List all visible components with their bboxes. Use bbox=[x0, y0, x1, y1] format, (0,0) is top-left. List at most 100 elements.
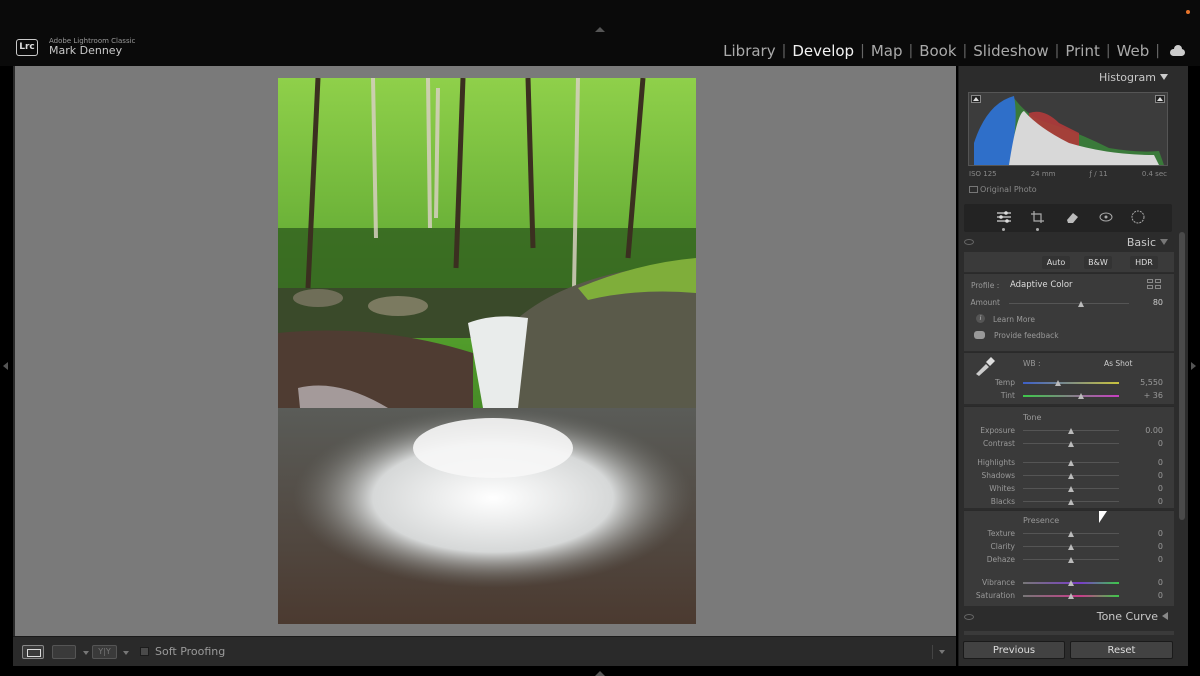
highlight-clipping-icon[interactable] bbox=[1155, 95, 1165, 103]
reset-button[interactable]: Reset bbox=[1070, 641, 1173, 659]
learn-more-link[interactable]: Learn More bbox=[993, 315, 1035, 324]
texture-value[interactable]: 0 bbox=[1131, 529, 1163, 538]
crop-icon[interactable] bbox=[1030, 210, 1046, 224]
vibrance-value[interactable]: 0 bbox=[1131, 578, 1163, 587]
tint-slider[interactable] bbox=[1023, 395, 1119, 397]
temp-slider[interactable] bbox=[1023, 382, 1119, 384]
module-book[interactable]: Book bbox=[913, 42, 962, 60]
basic-panel-header[interactable]: Basic bbox=[959, 236, 1174, 250]
amount-value[interactable]: 80 bbox=[1131, 298, 1163, 307]
tint-value[interactable]: + 36 bbox=[1131, 391, 1163, 400]
presence-title: Presence bbox=[1023, 516, 1060, 525]
collapse-left-arrow-icon[interactable] bbox=[3, 362, 8, 370]
histogram-chart[interactable] bbox=[968, 92, 1168, 166]
top-bar: Lrc Adobe Lightroom Classic Mark Denney … bbox=[0, 0, 1200, 66]
saturation-thumb[interactable] bbox=[1068, 593, 1074, 599]
module-slideshow[interactable]: Slideshow bbox=[967, 42, 1054, 60]
collapse-top-arrow-icon[interactable] bbox=[595, 27, 605, 32]
loupe-view[interactable] bbox=[13, 66, 956, 636]
amount-thumb[interactable] bbox=[1078, 301, 1084, 307]
soft-proofing-checkbox[interactable] bbox=[140, 647, 149, 656]
notification-dot bbox=[1186, 10, 1190, 14]
histogram-header[interactable]: Histogram bbox=[959, 66, 1174, 88]
shadows-value[interactable]: 0 bbox=[1131, 471, 1163, 480]
whites-thumb[interactable] bbox=[1068, 486, 1074, 492]
temp-value[interactable]: 5,550 bbox=[1131, 378, 1163, 387]
shadows-thumb[interactable] bbox=[1068, 473, 1074, 479]
exif-shutter: 0.4 sec bbox=[1141, 170, 1167, 178]
profile-dropdown[interactable]: Adaptive Color bbox=[1010, 280, 1073, 290]
exif-aperture: ƒ / 11 bbox=[1089, 170, 1108, 178]
wb-label: WB : bbox=[1023, 359, 1041, 368]
collapse-right-arrow-icon[interactable] bbox=[1191, 362, 1196, 370]
clarity-label: Clarity bbox=[990, 542, 1015, 551]
exposure-thumb[interactable] bbox=[1068, 428, 1074, 434]
mouse-cursor-icon bbox=[1099, 511, 1107, 523]
profile-browser-grid-icon[interactable] bbox=[1147, 279, 1163, 291]
module-map[interactable]: Map bbox=[865, 42, 909, 60]
original-photo-toggle[interactable]: Original Photo bbox=[969, 185, 1037, 194]
hdr-button[interactable]: HDR bbox=[1130, 256, 1158, 269]
clarity-value[interactable]: 0 bbox=[1131, 542, 1163, 551]
saturation-value[interactable]: 0 bbox=[1131, 591, 1163, 600]
red-eye-icon[interactable] bbox=[1098, 210, 1114, 224]
contrast-thumb[interactable] bbox=[1068, 441, 1074, 447]
tone-curve-header[interactable]: Tone Curve bbox=[959, 610, 1174, 626]
contrast-value[interactable]: 0 bbox=[1131, 439, 1163, 448]
exif-info: ISO 125 24 mm ƒ / 11 0.4 sec bbox=[969, 170, 1167, 178]
whites-value[interactable]: 0 bbox=[1131, 484, 1163, 493]
before-after-dropdown-icon[interactable] bbox=[83, 651, 89, 655]
module-print[interactable]: Print bbox=[1059, 42, 1106, 60]
blacks-label: Blacks bbox=[990, 497, 1015, 506]
before-after-swap-button[interactable]: Y|Y bbox=[92, 645, 117, 659]
before-after-button[interactable] bbox=[52, 645, 76, 659]
provide-feedback-link[interactable]: Provide feedback bbox=[994, 331, 1059, 340]
toolbar-options-dropdown[interactable] bbox=[932, 645, 948, 659]
loupe-view-button[interactable] bbox=[22, 645, 44, 659]
info-icon: i bbox=[976, 314, 985, 323]
wb-dropdown[interactable]: As Shot bbox=[1104, 359, 1132, 368]
blacks-value[interactable]: 0 bbox=[1131, 497, 1163, 506]
tint-thumb[interactable] bbox=[1077, 393, 1084, 399]
collapse-bottom-arrow-icon[interactable] bbox=[595, 671, 605, 676]
right-panel-scrollbar[interactable] bbox=[1179, 232, 1185, 520]
edit-sliders-icon[interactable] bbox=[996, 210, 1012, 224]
exif-focal: 24 mm bbox=[1030, 170, 1056, 178]
temp-thumb[interactable] bbox=[1054, 380, 1061, 386]
develop-tool-strip bbox=[964, 204, 1172, 232]
shadow-clipping-icon[interactable] bbox=[971, 95, 981, 103]
bottom-toolbar: Y|Y Soft Proofing bbox=[13, 636, 956, 666]
module-web[interactable]: Web bbox=[1111, 42, 1156, 60]
photo-waterfall-forest[interactable] bbox=[278, 78, 696, 624]
active-tool-indicator bbox=[1002, 228, 1005, 231]
exposure-value[interactable]: 0.00 bbox=[1131, 426, 1163, 435]
bw-button[interactable]: B&W bbox=[1084, 256, 1112, 269]
saturation-label: Saturation bbox=[975, 591, 1015, 600]
amount-label: Amount bbox=[970, 298, 1000, 307]
auto-button[interactable]: Auto bbox=[1042, 256, 1070, 269]
module-picker: Library | Develop | Map | Book | Slidesh… bbox=[717, 42, 1186, 60]
vibrance-thumb[interactable] bbox=[1068, 580, 1074, 586]
original-photo-label: Original Photo bbox=[980, 185, 1037, 194]
module-library[interactable]: Library bbox=[717, 42, 781, 60]
wb-eyedropper-icon[interactable] bbox=[972, 356, 996, 376]
tone-title: Tone bbox=[1023, 413, 1042, 422]
highlights-thumb[interactable] bbox=[1068, 460, 1074, 466]
amount-slider[interactable] bbox=[1009, 303, 1129, 304]
cloud-icon[interactable] bbox=[1168, 45, 1186, 56]
masking-icon[interactable] bbox=[1130, 210, 1146, 224]
swap-dropdown-icon[interactable] bbox=[123, 651, 129, 655]
module-develop[interactable]: Develop bbox=[786, 42, 860, 60]
dehaze-value[interactable]: 0 bbox=[1131, 555, 1163, 564]
healing-eraser-icon[interactable] bbox=[1064, 210, 1080, 224]
dehaze-thumb[interactable] bbox=[1068, 557, 1074, 563]
expand-triangle-icon bbox=[1162, 612, 1168, 620]
previous-button[interactable]: Previous bbox=[963, 641, 1065, 659]
blacks-thumb[interactable] bbox=[1068, 499, 1074, 505]
soft-proofing-label: Soft Proofing bbox=[155, 645, 226, 658]
texture-thumb[interactable] bbox=[1068, 531, 1074, 537]
clarity-thumb[interactable] bbox=[1068, 544, 1074, 550]
original-photo-checkbox[interactable] bbox=[969, 186, 978, 193]
module-separator: | bbox=[1155, 43, 1160, 59]
highlights-value[interactable]: 0 bbox=[1131, 458, 1163, 467]
